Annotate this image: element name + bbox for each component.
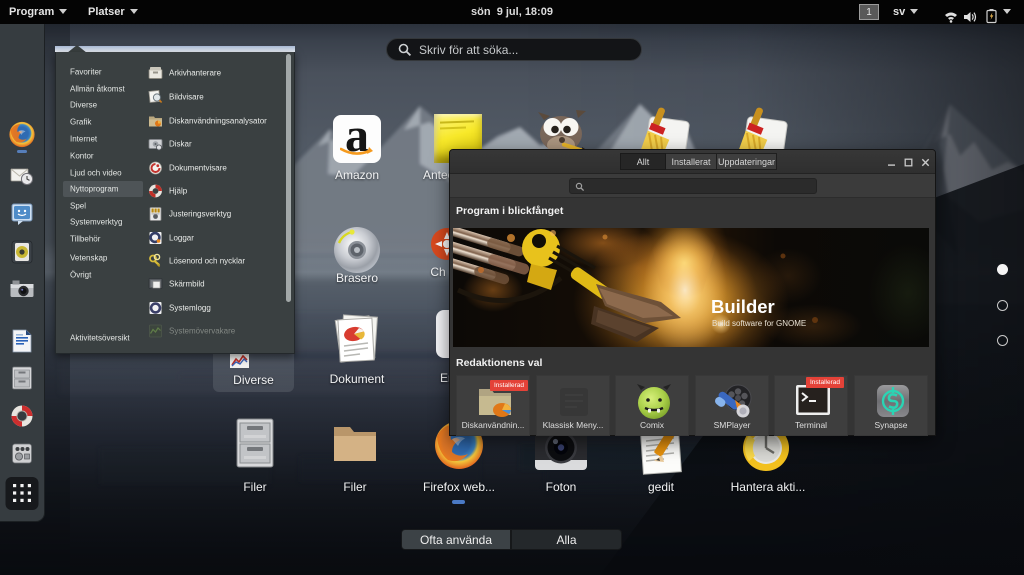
svg-text:Build software for GNOME: Build software for GNOME <box>712 319 806 328</box>
svg-text:Builder: Builder <box>711 296 775 317</box>
